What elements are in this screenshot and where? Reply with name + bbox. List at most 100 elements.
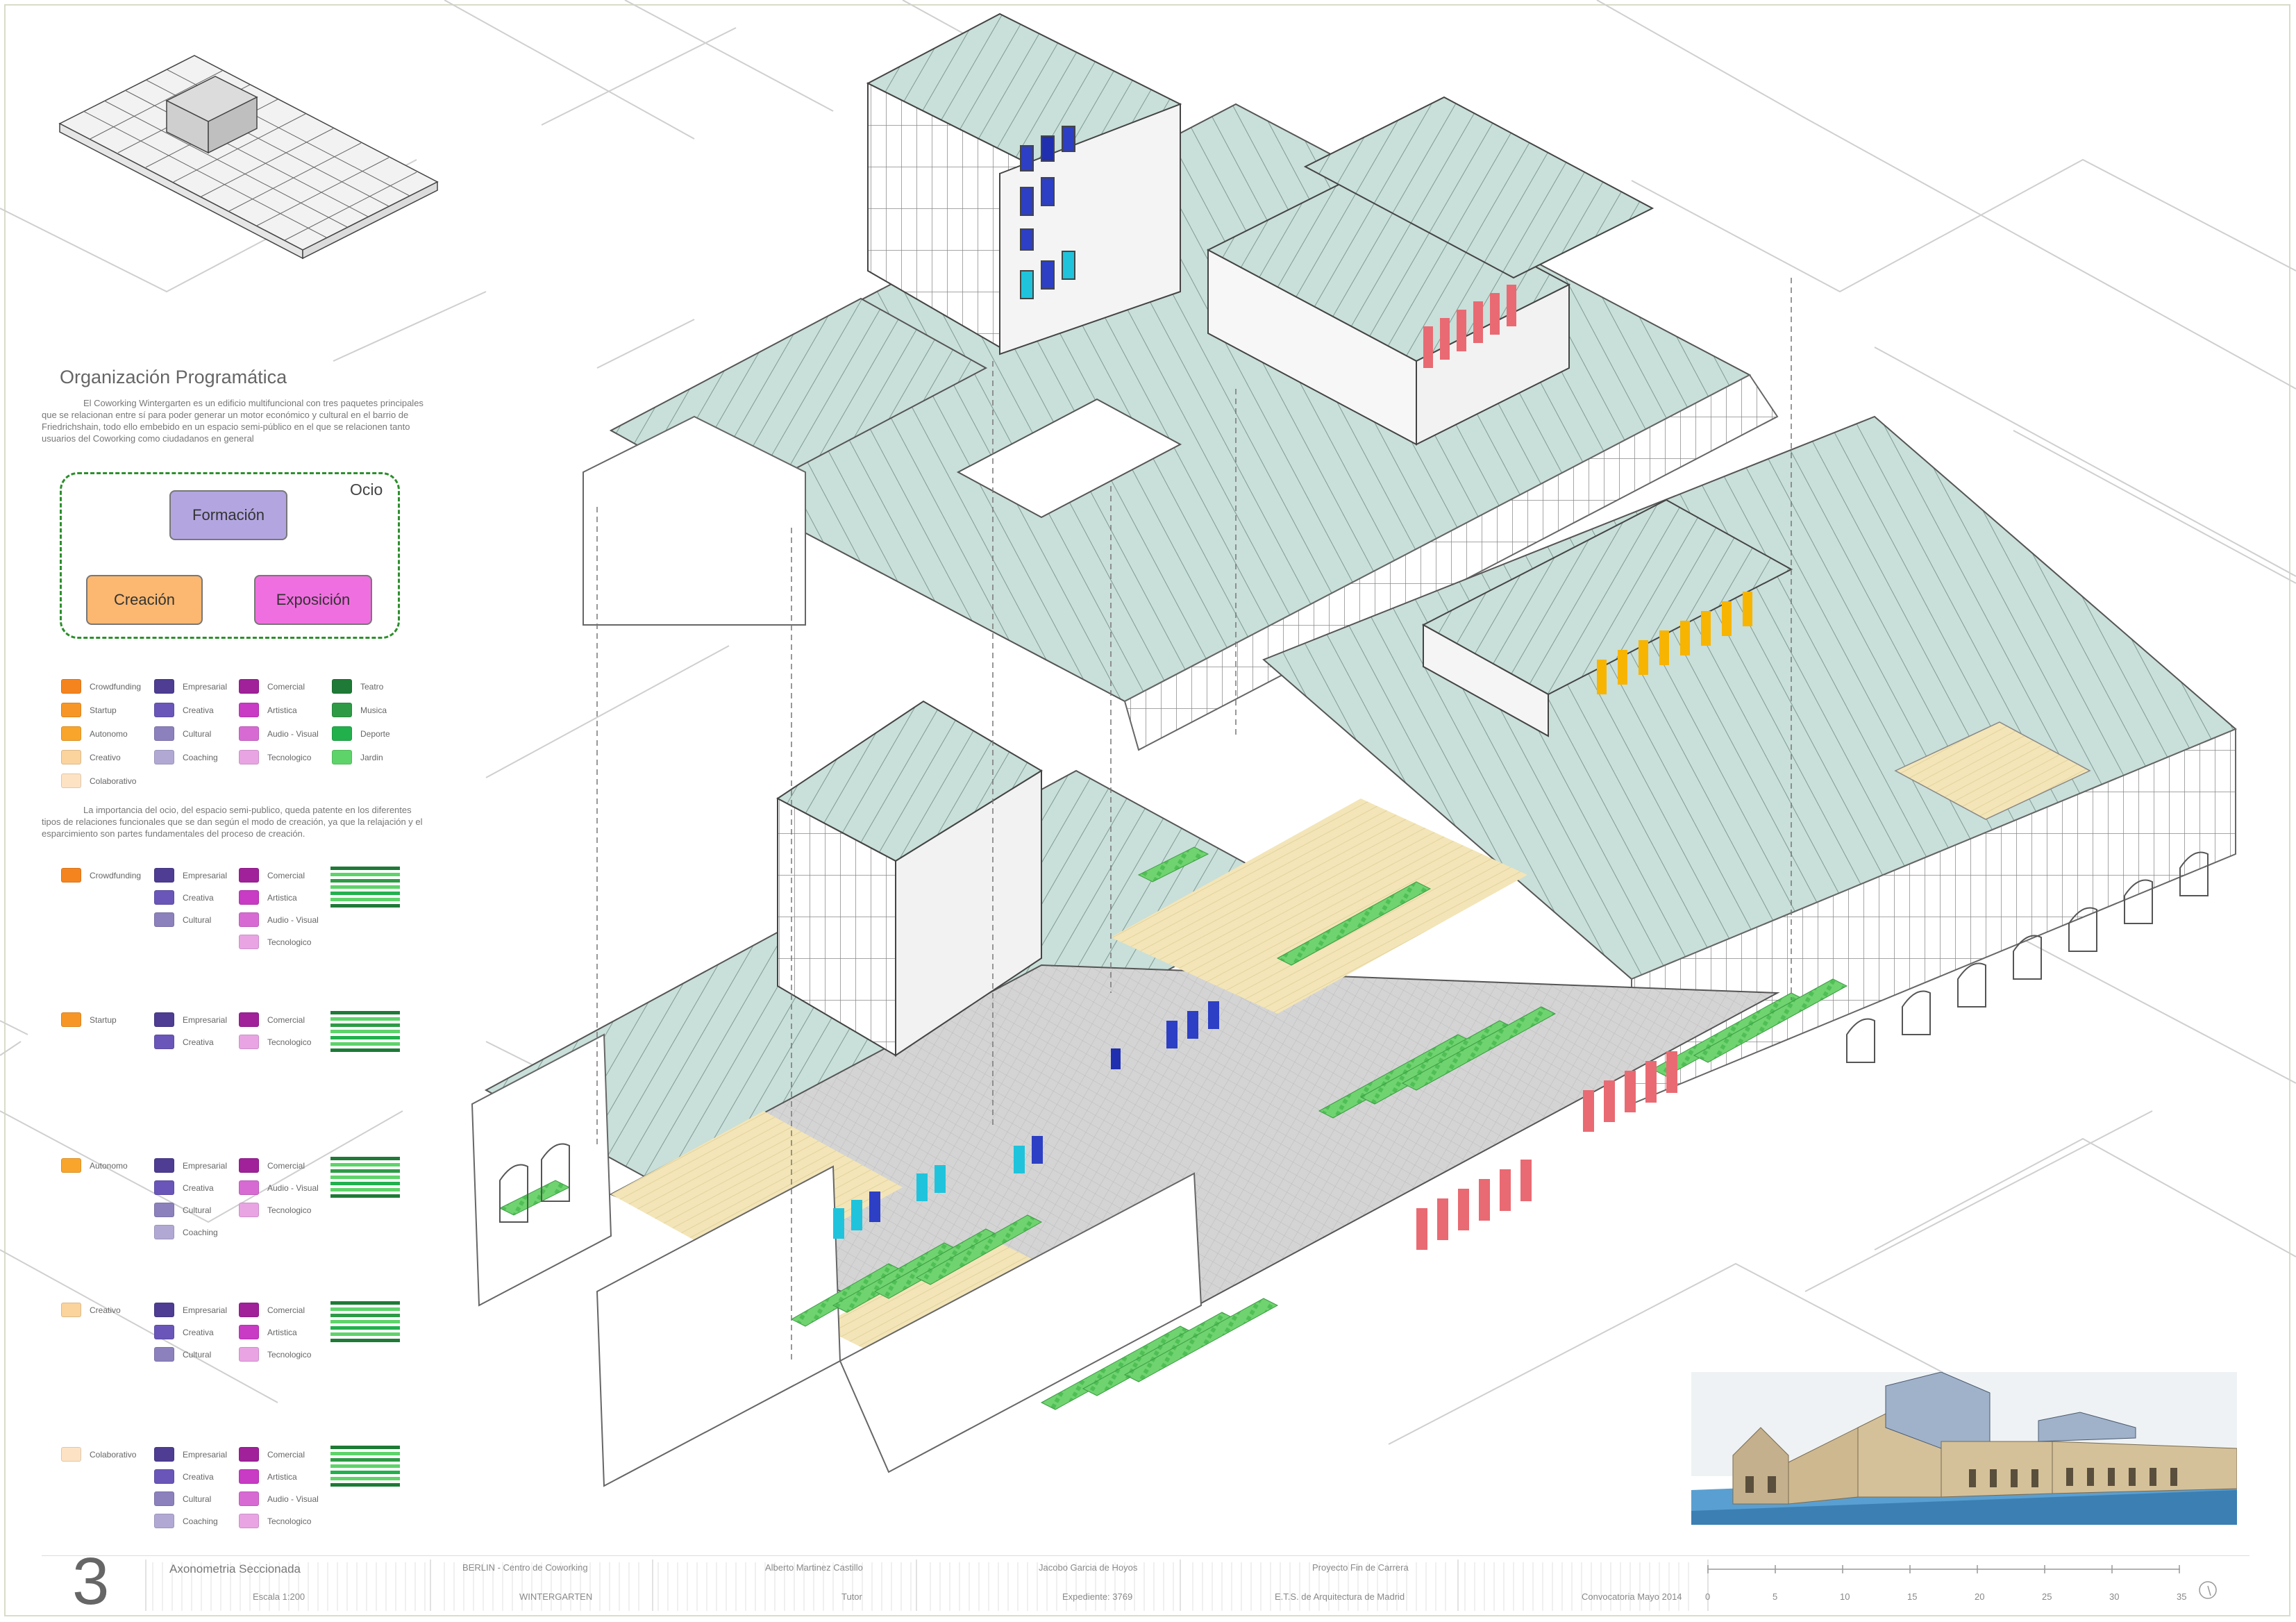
ocio-bars <box>330 1157 400 1201</box>
relation-swatch <box>154 1514 174 1528</box>
relation-label: Artistica <box>267 892 297 903</box>
ocio-bar <box>330 1157 400 1160</box>
legend-swatch <box>239 726 259 741</box>
section-heading: Organización Programática <box>60 367 287 387</box>
ocio-bar <box>330 1017 400 1021</box>
legend-swatch <box>154 726 174 741</box>
ocio-bar <box>330 885 400 889</box>
relation-swatch <box>239 1203 259 1217</box>
ocio-bar <box>330 892 400 895</box>
relation-label: Cultural <box>183 1494 212 1504</box>
legend-item: Cultural <box>154 726 211 741</box>
relation-item: Empresarial <box>154 1303 227 1317</box>
legend-swatch <box>332 750 352 764</box>
graphic-scale-bar <box>1707 1565 2217 1599</box>
relation-label: Cultural <box>183 1349 212 1360</box>
legend-swatch <box>61 750 81 764</box>
relation-swatch <box>61 1447 81 1462</box>
ocio-bar <box>330 1176 400 1179</box>
relation-swatch <box>61 1158 81 1173</box>
legend-item: Autonomo <box>61 726 128 741</box>
ocio-bar <box>330 1194 400 1198</box>
ocio-bars <box>330 1446 400 1489</box>
ocio-bar <box>330 879 400 883</box>
legend-label: Crowdfunding <box>90 681 142 692</box>
ocio-bar <box>330 1471 400 1474</box>
legend-label: Autonomo <box>90 728 128 739</box>
legend-item: Crowdfunding <box>61 679 141 694</box>
legend-swatch <box>154 750 174 764</box>
school-name: E.T.S. de Arquitectura de Madrid <box>1275 1591 1405 1602</box>
legend-swatch <box>61 774 81 788</box>
legend-swatch <box>239 703 259 717</box>
legend-swatch <box>154 679 174 694</box>
relation-label: Comercial <box>267 1305 305 1315</box>
relation-item: Comercial <box>239 1447 305 1462</box>
ocio-bar <box>330 904 400 908</box>
relation-item: Artistica <box>239 1325 297 1339</box>
relation-swatch <box>239 1012 259 1027</box>
relation-swatch <box>154 1012 174 1027</box>
relation-swatch <box>239 935 259 949</box>
program-box-label: Creación <box>113 591 176 608</box>
program-box-label: Formación <box>192 506 265 524</box>
ocio-bar <box>330 1483 400 1487</box>
relation-swatch <box>154 1325 174 1339</box>
author-name: Alberto Martinez Castillo <box>765 1562 863 1573</box>
relation-label: Comercial <box>267 870 305 880</box>
ocio-bar <box>330 1036 400 1039</box>
sheet-title: Axonometria Seccionada <box>169 1562 301 1575</box>
ocio-bar <box>330 1320 400 1323</box>
relation-item: Empresarial <box>154 1158 227 1173</box>
ocio-bar <box>330 1011 400 1014</box>
legend-item: Empresarial <box>154 679 227 694</box>
relation-item: Creativa <box>154 1325 214 1339</box>
scale-tick-label: 25 <box>2042 1591 2052 1602</box>
ocio-bar <box>330 1307 400 1311</box>
legend-item: Audio - Visual <box>239 726 319 741</box>
legend-item: Jardin <box>332 750 383 764</box>
program-box-formacion: Formación <box>169 490 287 540</box>
ocio-bar <box>330 1464 400 1468</box>
legend-item: Comercial <box>239 679 305 694</box>
ocio-bar <box>330 1048 400 1052</box>
expediente: Expediente: 3769 <box>1062 1591 1133 1602</box>
relation-item: Creativa <box>154 1035 214 1049</box>
relation-item: Tecnologico <box>239 1035 311 1049</box>
relation-swatch <box>239 1325 259 1339</box>
program-box-creacion: Creación <box>86 575 203 625</box>
relation-item: Creativo <box>61 1303 121 1317</box>
ocio-bars <box>330 867 400 910</box>
relation-swatch <box>154 1303 174 1317</box>
ocio-paragraph: La importancia del ocio, del espacio sem… <box>42 805 423 839</box>
relation-label: Empresarial <box>183 1160 228 1171</box>
relation-item: Cultural <box>154 1491 211 1506</box>
relation-item: Comercial <box>239 1158 305 1173</box>
tutor-name: Jacobo Garcia de Hoyos <box>1039 1562 1138 1573</box>
legend-label: Artistica <box>267 705 297 715</box>
relation-swatch <box>239 1347 259 1362</box>
relation-item: Coaching <box>154 1514 218 1528</box>
relation-swatch <box>154 868 174 883</box>
relation-label: Startup <box>90 1014 117 1025</box>
relation-label: Tecnologico <box>267 1037 312 1047</box>
scale-tick-label: 5 <box>1773 1591 1778 1602</box>
relation-label: Audio - Visual <box>267 914 319 925</box>
relation-swatch <box>239 1303 259 1317</box>
ocio-bar <box>330 1023 400 1027</box>
relation-swatch <box>61 1303 81 1317</box>
relation-swatch <box>154 1158 174 1173</box>
relation-swatch <box>239 912 259 927</box>
legend-label: Comercial <box>267 681 305 692</box>
ocio-bars <box>330 1011 400 1055</box>
legend-label: Creativo <box>90 752 121 762</box>
sheet-number: 3 <box>72 1544 110 1619</box>
relation-swatch <box>154 912 174 927</box>
legend-label: Audio - Visual <box>267 728 319 739</box>
ocio-bar <box>330 1301 400 1305</box>
relation-label: Creativo <box>90 1305 121 1315</box>
relation-label: Creativa <box>183 1182 214 1193</box>
scale-tick-label: 0 <box>1705 1591 1711 1602</box>
relation-item: Artistica <box>239 1469 297 1484</box>
legend-label: Empresarial <box>183 681 228 692</box>
